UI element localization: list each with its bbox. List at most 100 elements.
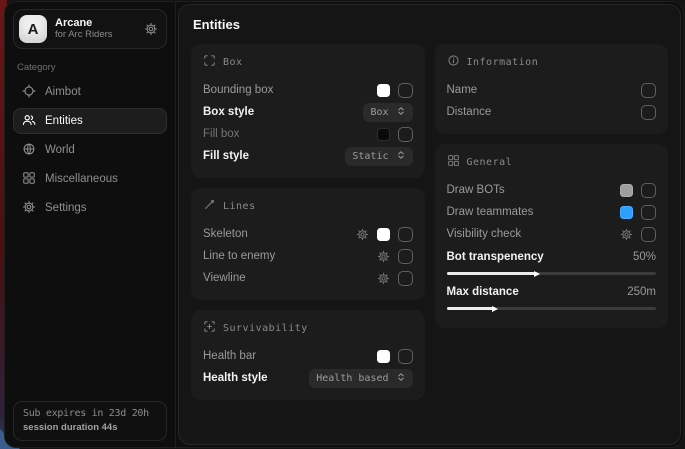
card-survivability-header: Survivability: [203, 320, 413, 336]
row-viewline: Viewline: [203, 267, 413, 289]
checkbox[interactable]: [641, 205, 656, 220]
row-label: Health style: [203, 372, 268, 384]
slider-value: 250m: [627, 286, 656, 298]
checkbox[interactable]: [398, 127, 413, 142]
row-label: Skeleton: [203, 228, 248, 240]
color-swatch[interactable]: [620, 184, 633, 197]
row-label: Draw teammates: [447, 206, 534, 218]
bot-transparency-slider-group: Bot transpenency 50%: [447, 247, 657, 275]
row-bounding-box: Bounding box: [203, 79, 413, 101]
checkbox[interactable]: [398, 83, 413, 98]
row-draw-bots: Draw BOTs: [447, 179, 657, 201]
grid-icon: [22, 171, 36, 188]
slider-value: 50%: [633, 251, 656, 263]
card-survivability: Survivability Health bar Health style: [191, 310, 425, 400]
row-label: Health bar: [203, 350, 256, 362]
app-header: A Arcane for Arc Riders: [13, 9, 167, 49]
left-column: Box Bounding box Box style Box: [191, 44, 425, 400]
max-distance-slider[interactable]: [447, 307, 657, 310]
sidebar-nav: Aimbot Entities World Miscellaneous Sett…: [13, 79, 167, 221]
settings-gear-icon[interactable]: [356, 228, 369, 241]
card-box-header: Box: [203, 54, 413, 70]
checkbox[interactable]: [641, 183, 656, 198]
fill-style-dropdown[interactable]: Static: [345, 147, 412, 166]
sidebar-item-entities[interactable]: Entities: [13, 108, 167, 134]
row-health-style: Health style Health based: [203, 367, 413, 389]
sidebar-item-miscellaneous[interactable]: Miscellaneous: [13, 166, 167, 192]
color-swatch[interactable]: [377, 128, 390, 141]
row-label: Name: [447, 84, 478, 96]
sidebar-item-aimbot[interactable]: Aimbot: [13, 79, 167, 105]
health-icon: [203, 320, 216, 336]
sidebar-item-world[interactable]: World: [13, 137, 167, 163]
crosshair-icon: [22, 84, 36, 101]
bot-transparency-slider[interactable]: [447, 272, 657, 275]
row-label: Fill style: [203, 150, 249, 162]
category-label: Category: [17, 62, 163, 73]
row-health-bar: Health bar: [203, 345, 413, 367]
sidebar-item-label: World: [45, 144, 75, 156]
checkbox[interactable]: [398, 249, 413, 264]
row-name: Name: [447, 79, 657, 101]
row-fill-box: Fill box: [203, 123, 413, 145]
row-label: Bounding box: [203, 84, 273, 96]
box-corners-icon: [203, 54, 216, 70]
subscription-info: Sub expires in 23d 20h session duration …: [13, 401, 167, 441]
slider-thumb[interactable]: [492, 306, 498, 312]
header-gear-icon[interactable]: [144, 22, 158, 36]
info-icon: [447, 54, 460, 70]
app-subtitle: for Arc Riders: [55, 30, 113, 41]
row-fill-style: Fill style Static: [203, 145, 413, 167]
color-swatch[interactable]: [620, 206, 633, 219]
main-panel: Entities Box Bounding box: [178, 4, 681, 445]
row-visibility-check: Visibility check: [447, 223, 657, 245]
settings-gear-icon[interactable]: [377, 250, 390, 263]
checkbox[interactable]: [398, 271, 413, 286]
row-distance: Distance: [447, 101, 657, 123]
checkbox[interactable]: [641, 105, 656, 120]
row-label: Box style: [203, 106, 254, 118]
row-line-to-enemy: Line to enemy: [203, 245, 413, 267]
checkbox[interactable]: [398, 349, 413, 364]
arcane-menu-window: A Arcane for Arc Riders Category Aimbot …: [4, 1, 684, 448]
users-icon: [22, 113, 36, 130]
globe-icon: [22, 142, 36, 159]
card-general: General Draw BOTs Draw teammates: [435, 144, 669, 328]
right-column: Information Name Distance Gener: [435, 44, 669, 400]
health-style-dropdown[interactable]: Health based: [309, 369, 412, 388]
checkbox[interactable]: [641, 227, 656, 242]
color-swatch[interactable]: [377, 228, 390, 241]
row-draw-teammates: Draw teammates: [447, 201, 657, 223]
sidebar-item-label: Miscellaneous: [45, 173, 118, 185]
squares-icon: [447, 154, 460, 170]
chevron-updown-icon: [396, 372, 406, 385]
row-label: Distance: [447, 106, 492, 118]
app-logo: A: [19, 15, 47, 43]
card-general-header: General: [447, 154, 657, 170]
row-label: Draw BOTs: [447, 184, 505, 196]
sidebar-item-label: Settings: [45, 202, 87, 214]
sidebar: A Arcane for Arc Riders Category Aimbot …: [5, 2, 176, 447]
color-swatch[interactable]: [377, 84, 390, 97]
chevron-updown-icon: [396, 106, 406, 119]
row-label: Line to enemy: [203, 250, 275, 262]
settings-gear-icon[interactable]: [377, 272, 390, 285]
card-lines: Lines Skeleton Line to enemy: [191, 188, 425, 300]
slider-thumb[interactable]: [534, 271, 540, 277]
card-information: Information Name Distance: [435, 44, 669, 134]
checkbox[interactable]: [398, 227, 413, 242]
card-information-header: Information: [447, 54, 657, 70]
box-style-dropdown[interactable]: Box: [363, 103, 412, 122]
card-box: Box Bounding box Box style Box: [191, 44, 425, 178]
color-swatch[interactable]: [377, 350, 390, 363]
page-title: Entities: [193, 17, 668, 32]
sub-expiry-text: Sub expires in 23d 20h: [23, 408, 157, 419]
checkbox[interactable]: [641, 83, 656, 98]
row-label: Viewline: [203, 272, 246, 284]
row-label: Fill box: [203, 128, 239, 140]
settings-gear-icon[interactable]: [620, 228, 633, 241]
slider-label: Max distance: [447, 286, 519, 298]
max-distance-slider-group: Max distance 250m: [447, 282, 657, 310]
chevron-updown-icon: [396, 150, 406, 163]
sidebar-item-settings[interactable]: Settings: [13, 195, 167, 221]
